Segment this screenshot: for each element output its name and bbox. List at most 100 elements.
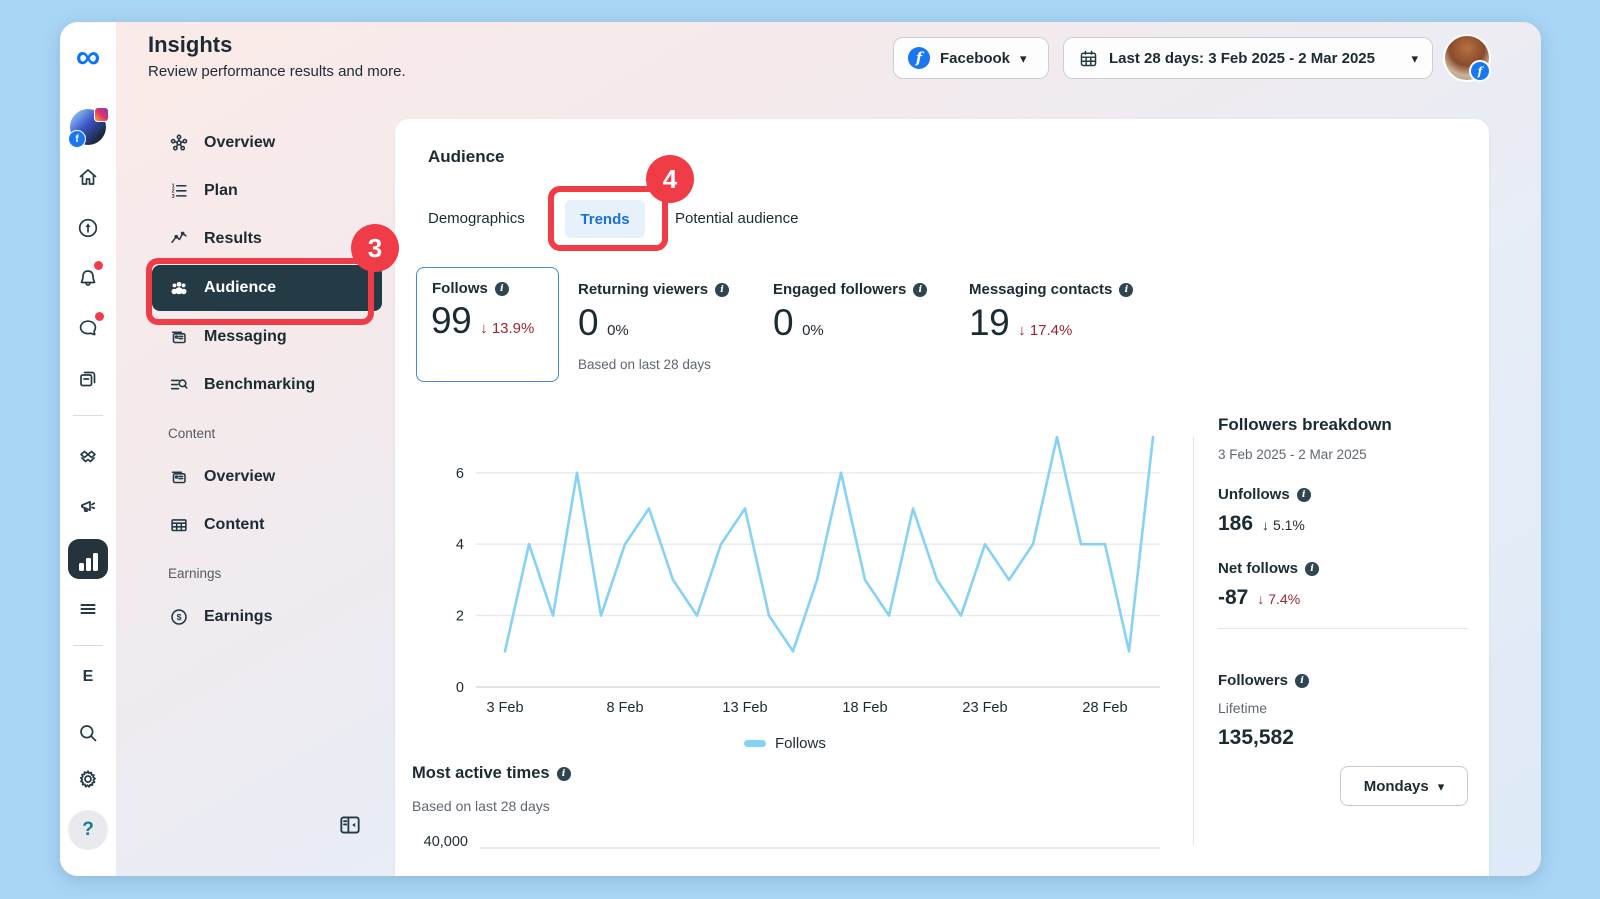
followers-lifetime-value: 135,582 — [1218, 726, 1468, 750]
partnerships-button[interactable] — [60, 439, 116, 475]
metric-value: 0 — [773, 302, 793, 344]
sidebar-section-earnings: Earnings — [168, 566, 221, 581]
info-icon[interactable] — [913, 283, 927, 297]
sidebar-item-earnings[interactable]: $ Earnings — [116, 600, 398, 634]
facebook-icon: f — [908, 47, 930, 69]
sidebar-item-audience-selected[interactable]: Audience — [152, 265, 382, 311]
home-icon — [76, 165, 100, 189]
metric-note: Based on last 28 days — [578, 357, 711, 372]
meta-logo[interactable]: ∞ — [60, 39, 116, 75]
sidebar-item-plan[interactable]: 1 2 3 Plan — [116, 174, 398, 208]
help-button[interactable]: ? — [60, 810, 116, 850]
metric-card-follows[interactable]: Follows 99 13.9% — [416, 267, 559, 382]
net-follows-value-row: -87 7.4% — [1218, 586, 1468, 610]
stat-label: Followers — [1218, 672, 1288, 689]
metric-card-returning-viewers[interactable]: Returning viewers 0 0% — [578, 267, 729, 344]
metric-delta-down: 13.9% — [480, 320, 534, 337]
insights-sidebar: Overview 1 2 3 Plan Results — [116, 22, 398, 876]
date-range-button[interactable]: Last 28 days: 3 Feb 2025 - 2 Mar 2025 — [1063, 37, 1433, 79]
pages-button[interactable] — [60, 361, 116, 397]
sidebar-item-label: Audience — [204, 279, 276, 297]
profile-switcher-button[interactable]: E — [60, 659, 116, 695]
post-card-icon — [168, 326, 190, 348]
stacked-pages-icon — [76, 367, 100, 391]
meta-business-suite-window: ∞ f — [60, 22, 1541, 876]
business-profile-avatar[interactable]: f — [60, 107, 116, 147]
settings-button[interactable] — [60, 761, 116, 797]
info-icon[interactable] — [495, 282, 509, 296]
tab-trends-selected[interactable]: Trends — [565, 200, 645, 238]
metric-card-messaging-contacts[interactable]: Messaging contacts 19 17.4% — [969, 267, 1133, 344]
sidebar-item-content-overview[interactable]: Overview — [116, 460, 398, 494]
notification-dot — [94, 261, 103, 270]
home-button[interactable] — [60, 159, 116, 195]
platform-selector-button[interactable]: f Facebook — [893, 37, 1049, 79]
svg-text:0: 0 — [456, 680, 464, 696]
day-selector-button[interactable]: Mondays — [1340, 766, 1468, 806]
svg-text:4: 4 — [456, 537, 464, 553]
sidebar-item-label: Plan — [204, 182, 238, 200]
insights-button-selected[interactable] — [60, 539, 116, 579]
followers-label-row: Followers — [1218, 672, 1468, 689]
info-icon[interactable] — [557, 767, 571, 781]
net-follows-label-row: Net follows — [1218, 560, 1468, 577]
tab-demographics[interactable]: Demographics — [428, 200, 525, 238]
vertical-divider — [1193, 437, 1194, 845]
sidebar-item-content[interactable]: Content — [116, 508, 398, 542]
most-active-times-note: Based on last 28 days — [412, 798, 550, 814]
promote-button[interactable] — [60, 210, 116, 246]
svg-text:28 Feb: 28 Feb — [1082, 700, 1127, 716]
gridline — [480, 847, 1160, 849]
metric-label: Engaged followers — [773, 281, 906, 298]
metric-delta: 0% — [802, 322, 824, 339]
breakdown-title: Followers breakdown — [1218, 415, 1468, 435]
sidebar-item-results[interactable]: Results — [116, 222, 398, 256]
numbered-list-icon: 1 2 3 — [168, 180, 190, 202]
question-mark-icon: ? — [68, 810, 108, 850]
svg-text:8 Feb: 8 Feb — [606, 700, 643, 716]
sidebar-item-messaging[interactable]: Messaging — [116, 320, 398, 354]
sidebar-item-benchmarking[interactable]: Benchmarking — [116, 368, 398, 402]
tab-potential-audience[interactable]: Potential audience — [675, 200, 798, 238]
trend-line-icon — [168, 228, 190, 250]
notifications-button[interactable] — [60, 260, 116, 296]
calendar-icon — [1078, 48, 1099, 69]
stat-value: -87 — [1218, 586, 1248, 610]
facebook-badge-icon: f — [68, 130, 86, 148]
metric-card-engaged-followers[interactable]: Engaged followers 0 0% — [773, 267, 927, 344]
info-icon[interactable] — [715, 283, 729, 297]
metric-delta-down: 17.4% — [1018, 322, 1072, 339]
svg-text:2: 2 — [456, 609, 464, 625]
stat-label: Unfollows — [1218, 486, 1290, 503]
svg-text:18 Feb: 18 Feb — [842, 700, 887, 716]
breakdown-date-range: 3 Feb 2025 - 2 Mar 2025 — [1218, 447, 1468, 462]
icon-rail: ∞ f — [60, 22, 116, 876]
info-icon[interactable] — [1305, 562, 1319, 576]
collapse-panel-icon — [337, 812, 363, 838]
horizontal-divider — [1218, 628, 1468, 629]
ads-button[interactable] — [60, 490, 116, 526]
audience-panel: Audience Demographics Trends Potential a… — [395, 119, 1489, 876]
info-icon[interactable] — [1119, 283, 1133, 297]
sidebar-item-label: Earnings — [204, 608, 272, 626]
legend-line-swatch — [744, 740, 766, 747]
all-tools-button[interactable] — [60, 591, 116, 627]
most-active-times-title: Most active times — [412, 764, 571, 783]
collapse-sidebar-button[interactable] — [337, 812, 365, 840]
info-icon[interactable] — [1295, 674, 1309, 688]
sidebar-item-overview[interactable]: Overview — [116, 126, 398, 160]
messages-button[interactable] — [60, 310, 116, 346]
follows-trend-chart: 02463 Feb8 Feb13 Feb18 Feb23 Feb28 Feb — [420, 425, 1170, 725]
user-avatar[interactable]: f — [1443, 34, 1491, 82]
info-icon[interactable] — [1297, 488, 1311, 502]
panel-title: Audience — [428, 147, 505, 167]
svg-text:23 Feb: 23 Feb — [962, 700, 1007, 716]
unfollows-value-row: 186 5.1% — [1218, 512, 1468, 536]
stat-delta-down: 5.1% — [1262, 517, 1305, 533]
stat-delta-down: 7.4% — [1257, 591, 1300, 607]
legend-label: Follows — [775, 735, 826, 752]
sidebar-section-content: Content — [168, 426, 215, 441]
search-button[interactable] — [60, 715, 116, 751]
facebook-badge-icon: f — [1469, 60, 1491, 82]
gear-icon — [76, 767, 100, 791]
